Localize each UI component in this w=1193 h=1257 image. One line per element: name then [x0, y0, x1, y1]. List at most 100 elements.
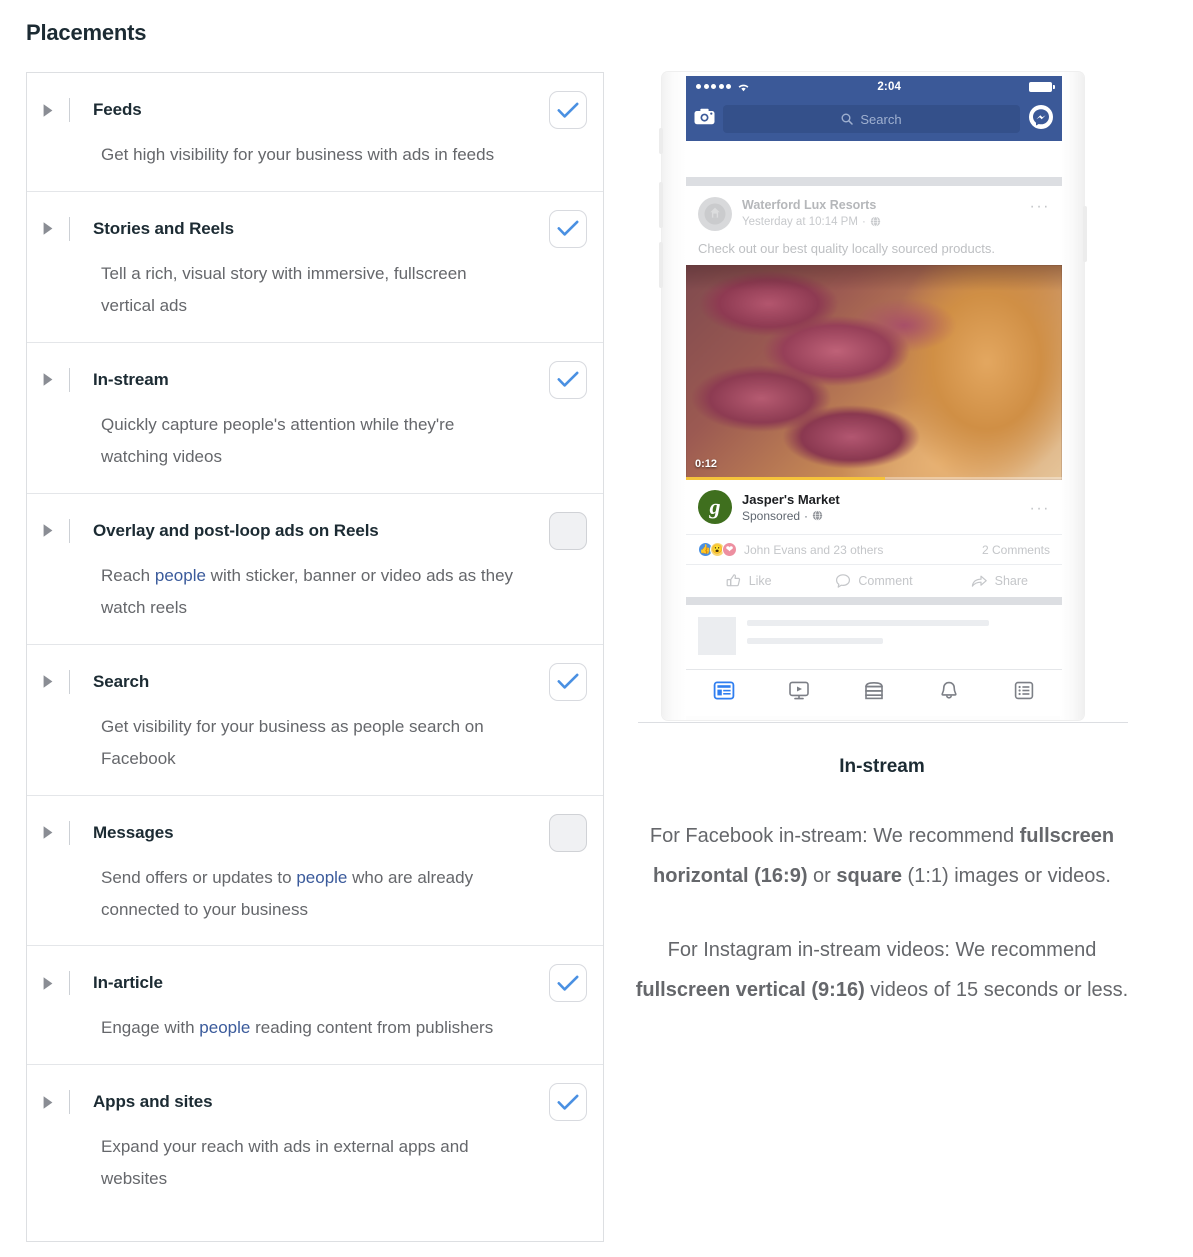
phone-mockup: 2:04 Search Waterford Lux Resorts Yester… — [620, 60, 1165, 725]
share-button-label: Share — [994, 574, 1028, 588]
description-prefix: Engage with — [101, 1018, 200, 1038]
phone-side-button-silent — [659, 128, 663, 154]
menu-list-icon — [1015, 681, 1034, 700]
tab-watch[interactable] — [761, 680, 836, 701]
placement-checkbox[interactable] — [549, 813, 587, 852]
like-button[interactable]: Like — [686, 573, 811, 589]
camera-icon[interactable] — [694, 108, 715, 130]
placement-row: Apps and sites Expand your reach with ads… — [27, 1065, 603, 1215]
post-page-name[interactable]: Waterford Lux Resorts — [742, 197, 1030, 214]
placement-title: Feeds — [93, 100, 142, 119]
placement-row-header: Stories and Reels — [27, 209, 603, 248]
comment-button[interactable]: Comment — [811, 573, 936, 589]
description-prefix: Expand your reach with ads in external a… — [101, 1137, 469, 1189]
p2-part1: For Instagram in-stream videos: We recom… — [667, 939, 1097, 961]
share-button[interactable]: Share — [937, 573, 1062, 589]
phone-screen: 2:04 Search Waterford Lux Resorts Yester… — [686, 76, 1062, 716]
placement-checkbox[interactable] — [549, 964, 587, 1003]
placement-description: Expand your reach with ads in external a… — [27, 1131, 603, 1195]
placement-title: Messages — [93, 822, 174, 842]
placement-row: Messages Send offers or updates to people… — [27, 796, 603, 947]
checkmark-icon — [557, 673, 579, 689]
marketplace-icon — [865, 682, 883, 700]
comments-count[interactable]: 2 Comments — [982, 543, 1050, 557]
p2-bold1: fullscreen vertical (9:16) — [635, 979, 865, 1001]
description-prefix: Tell a rich, visual story with immersive… — [101, 263, 467, 315]
tab-notifications[interactable] — [912, 680, 987, 701]
placement-description: Get high visibility for your business wi… — [27, 139, 603, 171]
page-title: Placements — [26, 20, 147, 45]
bottom-tab-bar — [686, 669, 1062, 713]
messenger-icon[interactable] — [1028, 104, 1054, 135]
post-more-options-icon[interactable]: ··· — [1030, 197, 1050, 214]
reactions-summary[interactable]: John Evans and 23 others — [734, 543, 982, 557]
placement-checkbox[interactable] — [549, 662, 587, 701]
placement-title: Overlay and post-loop ads on Reels — [93, 520, 379, 540]
people-link[interactable]: people — [155, 566, 206, 585]
people-link[interactable]: people — [199, 1018, 250, 1037]
description-prefix: Reach — [101, 565, 155, 585]
post-timestamp-row: Yesterday at 10:14 PM · — [742, 214, 1030, 230]
placement-row: In-article Engage with people reading con… — [27, 946, 603, 1066]
expand-triangle-icon[interactable] — [27, 976, 69, 991]
placement-row-header: Overlay and post-loop ads on Reels — [27, 511, 603, 550]
people-link[interactable]: people — [296, 868, 347, 887]
checkmark-icon — [557, 102, 579, 118]
p1-part3: (1:1) images or videos. — [901, 865, 1111, 887]
feed-top-spacer — [686, 141, 1062, 177]
placement-row-header: Messages — [27, 813, 603, 852]
sponsor-more-options-icon[interactable]: ··· — [1030, 499, 1050, 517]
signal-strength-icon — [696, 82, 750, 92]
sponsor-page-name[interactable]: Jasper's Market — [742, 491, 1030, 509]
sponsored-header: g Jasper's Market Sponsored · ··· — [686, 480, 1062, 534]
tab-news-feed[interactable] — [686, 680, 761, 701]
video-progress-bar[interactable] — [686, 477, 1062, 480]
notifications-bell-icon — [941, 681, 957, 699]
expand-triangle-icon[interactable] — [27, 103, 69, 118]
description-prefix: Send offers or updates to — [101, 867, 297, 887]
search-input[interactable]: Search — [723, 105, 1020, 133]
status-bar: 2:04 — [686, 76, 1062, 97]
expand-triangle-icon[interactable] — [27, 1095, 69, 1110]
checkmark-icon — [557, 1094, 579, 1110]
placement-checkbox[interactable] — [549, 209, 587, 248]
placement-checkbox[interactable] — [549, 360, 587, 399]
placement-description: Quickly capture people's attention while… — [27, 409, 603, 473]
placement-checkbox[interactable] — [549, 511, 587, 550]
thumbs-up-icon — [726, 574, 740, 587]
expand-triangle-icon[interactable] — [27, 523, 69, 538]
placeholder-lines — [736, 617, 1050, 655]
placement-row-header: In-stream — [27, 360, 603, 399]
expand-triangle-icon[interactable] — [27, 221, 69, 236]
preview-paragraph-2: For Instagram in-stream videos: We recom… — [620, 930, 1144, 1010]
like-button-label: Like — [748, 574, 772, 588]
avatar — [698, 197, 732, 231]
expand-triangle-icon[interactable] — [27, 674, 69, 689]
preview-divider — [638, 722, 1128, 723]
tab-marketplace[interactable] — [836, 680, 911, 701]
sponsored-separator: · — [804, 508, 809, 523]
post-media[interactable]: 0:12 — [686, 265, 1062, 480]
engagement-row: 👍 😮 ❤ John Evans and 23 others 2 Comment… — [686, 534, 1062, 564]
sponsored-label-row: Sponsored · — [742, 509, 1030, 523]
tab-menu[interactable] — [987, 680, 1062, 701]
checkmark-icon — [557, 975, 579, 991]
placement-checkbox[interactable] — [549, 1083, 587, 1122]
description-prefix: Get visibility for your business as peop… — [101, 716, 484, 768]
expand-triangle-icon[interactable] — [27, 372, 69, 387]
placement-row: Feeds Get high visibility for your busine… — [27, 73, 603, 192]
placement-preview-panel: 2:04 Search Waterford Lux Resorts Yester… — [620, 60, 1165, 725]
placement-row-header: Apps and sites — [27, 1083, 603, 1122]
preview-title: In-stream — [839, 756, 925, 777]
video-duration-label: 0:12 — [695, 458, 718, 470]
globe-icon — [812, 510, 823, 521]
battery-icon — [1028, 81, 1055, 92]
placement-checkbox[interactable] — [549, 91, 587, 129]
phone-side-button-power — [1083, 206, 1087, 262]
placement-description: Reach people with sticker, banner or vid… — [27, 560, 603, 624]
placeholder-thumbnail — [698, 617, 736, 655]
placements-list: Feeds Get high visibility for your busine… — [26, 72, 604, 1242]
placement-description: Engage with people reading content from … — [27, 1012, 603, 1044]
placement-row: In-stream Quickly capture people's attent… — [27, 343, 603, 494]
expand-triangle-icon[interactable] — [27, 825, 69, 840]
